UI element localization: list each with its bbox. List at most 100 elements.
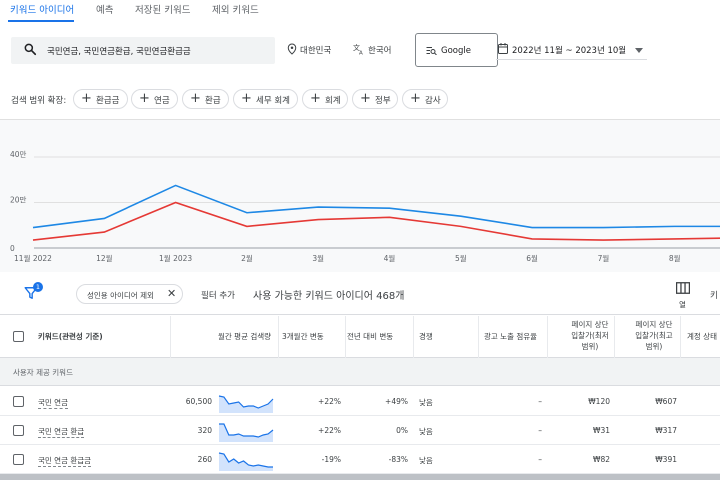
avg-searches-cell: 260 <box>197 455 212 464</box>
plus-icon: + <box>410 91 421 106</box>
impression-share-cell: – <box>538 397 542 406</box>
x-tick-label: 2월 <box>241 253 253 263</box>
active-tab-indicator <box>8 20 74 22</box>
yoy-change-cell: +49% <box>385 397 408 406</box>
calendar-icon <box>498 43 508 54</box>
tab-negative-keywords[interactable]: 제외 키워드 <box>212 2 259 16</box>
x-tick-label: 3월 <box>312 253 324 263</box>
x-tick-label: 6월 <box>526 253 538 263</box>
plus-icon: + <box>360 91 371 106</box>
column-divider <box>278 316 279 358</box>
broaden-chip[interactable]: + 환급금 <box>73 89 128 109</box>
avg-searches-cell: 320 <box>197 426 212 435</box>
keyword-cell[interactable]: 국민 연금 환급금 <box>38 455 92 467</box>
y-tick-label: 0 <box>10 244 15 253</box>
trend-chart-svg: 020만40만11월 202212월1월 20232월3월4월5월6월7월8월9… <box>10 150 720 263</box>
search-icon <box>24 43 37 56</box>
trend-sparkline <box>218 452 273 471</box>
close-icon[interactable]: ✕ <box>167 287 176 300</box>
keyword-ideas-count: 사용 가능한 키워드 아이디어 468개 <box>253 291 405 302</box>
header-competition[interactable]: 경쟁 <box>419 331 433 342</box>
yoy-change-cell: 0% <box>396 426 408 435</box>
search-network-selector[interactable]: Google <box>415 33 498 67</box>
x-tick-label: 7월 <box>598 253 610 263</box>
y-tick-label: 20만 <box>10 196 27 205</box>
broaden-chip[interactable]: + 환급 <box>182 89 229 109</box>
language-filter[interactable]: 한국어 <box>368 44 391 56</box>
broaden-chip[interactable]: + 연금 <box>131 89 178 109</box>
x-tick-label: 8월 <box>669 253 681 263</box>
column-divider <box>413 316 414 358</box>
column-divider <box>345 316 346 358</box>
broaden-chip[interactable]: + 세무 회계 <box>233 89 298 109</box>
adult-ideas-filter-chip[interactable]: 성인용 아이디어 제외 ✕ <box>76 284 183 304</box>
search-keywords-text[interactable]: 국민연금, 국민연금환급, 국민연금환급금 <box>47 45 191 57</box>
column-divider <box>170 316 171 358</box>
select-all-checkbox[interactable] <box>13 331 24 342</box>
table-row[interactable]: 국민 연금 환급 320 +22% 0% 낮음 – ₩31 ₩317 <box>0 416 720 445</box>
location-filter[interactable]: 대한민국 <box>300 44 331 56</box>
x-tick-label: 1월 2023 <box>159 253 192 263</box>
svg-text:A: A <box>359 51 363 56</box>
y-tick-label: 40만 <box>10 150 27 159</box>
header-three-month-change[interactable]: 3개월간 변동 <box>282 331 324 342</box>
tab-forecast[interactable]: 예측 <box>96 2 113 16</box>
keyword-cell[interactable]: 국민 연금 환급 <box>38 426 85 438</box>
broaden-chip[interactable]: + 감사 <box>402 89 448 109</box>
sparkline-area <box>219 396 273 413</box>
trend-sparkline <box>219 423 274 442</box>
impression-share-cell: – <box>538 426 542 435</box>
broaden-search-label: 검색 범위 확장: <box>11 96 67 106</box>
translate-icon: 文 A <box>353 43 363 56</box>
column-divider <box>614 316 615 358</box>
plus-icon: + <box>81 91 92 106</box>
three-month-change-cell: +22% <box>318 397 341 406</box>
competition-cell: 낮음 <box>419 427 433 436</box>
tab-keyword-ideas[interactable]: 키워드 아이디어 <box>10 2 74 16</box>
keyword-cell[interactable]: 국민 연금 <box>38 397 68 409</box>
search-network-icon <box>426 47 437 55</box>
horizontal-scrollbar[interactable] <box>0 474 720 480</box>
x-tick-label: 5월 <box>455 253 467 263</box>
search-engine-label: Google <box>441 46 471 56</box>
columns-icon[interactable] <box>676 282 690 294</box>
header-account-status[interactable]: 계정 상태 <box>687 331 717 342</box>
keyword-table-header: 키워드(관련성 기준) 월간 평균 검색량 3개월간 변동 전년 대비 변동 경… <box>0 316 720 358</box>
plus-icon: + <box>310 91 321 106</box>
plus-icon: + <box>139 91 150 106</box>
table-row[interactable]: 국민 연금 60,500 +22% +49% 낮음 – ₩120 ₩607 <box>0 387 720 416</box>
row-checkbox[interactable] <box>13 425 24 436</box>
header-keyword[interactable]: 키워드(관련성 기준) <box>38 331 103 342</box>
header-avg-searches[interactable]: 월간 평균 검색량 <box>218 331 271 342</box>
three-month-change-cell: +22% <box>318 426 341 435</box>
row-checkbox[interactable] <box>13 454 24 465</box>
row-checkbox[interactable] <box>13 396 24 407</box>
keyword-search-box[interactable]: 국민연금, 국민연금환급, 국민연금환급금 <box>11 37 275 64</box>
series-line <box>32 184 720 229</box>
filter-count-badge: 1 <box>33 282 43 292</box>
tab-saved-keywords[interactable]: 저장된 키워드 <box>135 2 190 16</box>
yoy-change-cell: -83% <box>388 455 408 464</box>
x-tick-label: 12월 <box>96 253 113 263</box>
date-range-selector[interactable]: 2022년 11월 ~ 2023년 10월 <box>496 38 647 60</box>
header-high-bid[interactable]: 페이지 상단 입찰가(최고 범위) <box>632 319 676 352</box>
trend-sparkline <box>218 395 274 413</box>
plus-icon: + <box>190 91 201 106</box>
table-row[interactable]: 국민 연금 환급금 260 -19% -83% 낮음 – ₩82 ₩391 <box>0 445 720 474</box>
tab-bar: 키워드 아이디어 예측 저장된 키워드 제외 키워드 <box>0 0 720 22</box>
competition-cell: 낮음 <box>419 456 433 465</box>
high-bid-cell: ₩391 <box>655 455 677 464</box>
header-impression-share[interactable]: 광고 노출 점유율 <box>484 331 537 342</box>
header-low-bid[interactable]: 페이지 상단 입찰가(최저 범위) <box>570 319 610 352</box>
x-tick-label: 11월 2022 <box>14 253 52 263</box>
section-provided-keywords: 사용자 제공 키워드 <box>0 358 720 386</box>
low-bid-cell: ₩120 <box>588 397 610 406</box>
broaden-chip[interactable]: + 정부 <box>352 89 398 109</box>
columns-label: 열 <box>679 300 686 309</box>
keyword-view-label[interactable]: 키 <box>710 289 718 301</box>
add-filter-button[interactable]: 필터 추가 <box>201 289 235 301</box>
broaden-chip[interactable]: + 회계 <box>302 89 348 109</box>
results-filter-bar: 1 성인용 아이디어 제외 ✕ 필터 추가 사용 가능한 키워드 아이디어 46… <box>0 273 720 315</box>
header-yoy-change[interactable]: 전년 대비 변동 <box>347 331 393 342</box>
competition-cell: 낮음 <box>419 398 433 407</box>
